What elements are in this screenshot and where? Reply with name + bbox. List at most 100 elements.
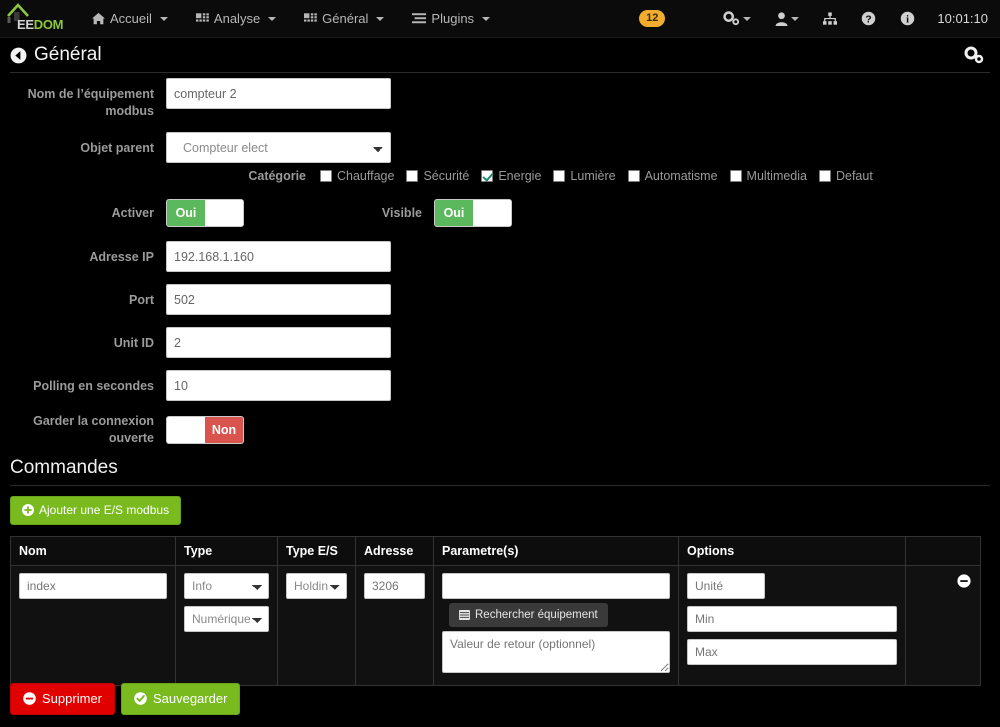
minus-circle-icon[interactable] [957,574,971,593]
search-equipment-button[interactable]: Rechercher équipement [449,603,608,627]
category-item-securite[interactable]: Sécurité [406,169,469,183]
row-adresse-input[interactable] [364,573,425,599]
unitid-label: Unit ID [113,336,154,350]
nav-item-plugins[interactable]: Plugins [398,0,504,38]
help-icon[interactable]: ? [849,0,888,38]
category-item-lumiere[interactable]: Lumière [553,169,616,183]
nav-item-analyse[interactable]: Analyse [182,0,290,38]
nav-item-accueil[interactable]: Accueil [78,0,182,38]
visible-toggle[interactable]: Oui [434,199,512,227]
page-title: Général [34,44,102,65]
save-button[interactable]: Sauvegarder [120,683,241,715]
commands-divider [10,485,990,486]
activer-label: Activer [111,206,154,220]
category-item-multimedia[interactable]: Multimedia [729,169,807,183]
row-type-es-select[interactable]: Holding [286,573,347,599]
port-input[interactable] [166,284,391,315]
automatisme-label: Automatisme [644,169,718,183]
row-retour-textarea[interactable] [442,631,670,673]
cell-options [678,565,906,686]
automatisme-checkbox[interactable] [627,170,640,182]
parent-label: Objet parent [80,141,154,155]
row-parametre-input[interactable] [442,573,670,599]
cogs-icon[interactable] [964,46,984,64]
cogs-icon[interactable] [711,0,763,38]
clock-display: 10:01:10 [937,11,988,26]
sitemap-icon[interactable] [811,0,849,38]
unitid-input[interactable] [166,327,391,358]
parent-select[interactable]: Compteur elect [166,132,391,163]
page-header: Général [0,38,1000,72]
category-item-defaut[interactable]: Defaut [818,169,873,183]
chevron-down-icon [376,16,385,21]
nav-item-plugins-label: Plugins [431,11,475,26]
grid-icon [195,12,209,25]
category-item-energie[interactable]: Energie [481,169,541,183]
minus-circle-icon [23,692,36,705]
col-header-type: Type [175,536,278,566]
field-row-keepopen: Garder la connexion ouverte Non [0,413,1000,447]
keepopen-label: Garder la connexion ouverte [33,414,154,445]
delete-button[interactable]: Supprimer [10,683,115,715]
securite-checkbox[interactable] [406,170,419,182]
row-max-input[interactable] [687,639,897,665]
port-label: Port [129,293,154,307]
brand-dom: DOM [33,16,64,32]
lumiere-label: Lumière [570,169,616,183]
row-type-select[interactable]: Info [184,573,269,599]
jeedom-logo[interactable]: EEDOM [0,0,70,38]
footer-actions: Supprimer Sauvegarder [10,683,241,715]
polling-input[interactable] [166,370,391,401]
delete-button-label: Supprimer [42,691,102,706]
field-row-ip: Adresse IP [0,241,1000,272]
brand-ee: EE [17,16,34,32]
keepopen-toggle-off: Non [205,417,243,443]
row-subtype-select[interactable]: Numérique [184,606,269,632]
nav-menu: Accueil Analyse Général Plugins [78,0,504,38]
col-header-parametre: Parametre(s) [433,536,679,566]
user-icon[interactable] [763,0,811,38]
ip-input[interactable] [166,241,391,272]
add-modbus-io-button[interactable]: Ajouter une E/S modbus [10,496,182,525]
row-unite-input[interactable] [687,573,765,599]
table-row: Info Numérique Holding [10,565,981,686]
keepopen-toggle[interactable]: Non [166,416,244,444]
table-icon [459,610,470,620]
row-nom-input[interactable] [19,573,167,599]
commands-table: Nom Type Type E/S Adresse Parametre(s) O… [10,536,981,686]
multimedia-checkbox[interactable] [729,170,742,182]
field-row-name: Nom de l’équipement modbus [0,78,1000,120]
activer-toggle-off [205,200,243,226]
row-min-input[interactable] [687,606,897,632]
info-icon[interactable]: i [888,0,927,38]
multimedia-label: Multimedia [746,169,807,183]
chevron-down-icon [791,16,800,21]
defaut-checkbox[interactable] [818,170,831,182]
category-item-chauffage[interactable]: Chauffage [320,169,394,183]
chevron-down-icon [159,16,168,21]
field-row-port: Port [0,284,1000,315]
nav-item-accueil-label: Accueil [110,11,152,26]
nav-item-general[interactable]: Général [290,0,398,38]
nav-right-group: 12 ? i 10:01:10 [639,0,1000,38]
save-button-label: Sauvegarder [152,691,228,706]
arrow-circle-left-icon[interactable] [10,47,27,64]
visible-label: Visible [381,206,422,220]
lumiere-checkbox[interactable] [553,170,566,182]
notification-badge[interactable]: 12 [639,10,666,27]
activer-toggle[interactable]: Oui [166,199,244,227]
name-input[interactable] [166,78,391,109]
col-header-nom: Nom [10,536,176,566]
energie-label: Energie [498,169,542,183]
bars-icon [412,13,427,24]
cell-type-es: Holding [277,565,356,686]
header-divider [10,72,990,73]
svg-text:?: ? [866,14,872,25]
chevron-down-icon [482,16,491,21]
category-item-automatisme[interactable]: Automatisme [627,169,718,183]
energie-checkbox[interactable] [481,170,494,182]
cell-parametre: Rechercher équipement [433,565,679,686]
chauffage-checkbox[interactable] [320,170,332,182]
table-header-row: Nom Type Type E/S Adresse Parametre(s) O… [10,536,981,566]
field-row-parent: Objet parent Compteur elect [0,132,1000,163]
